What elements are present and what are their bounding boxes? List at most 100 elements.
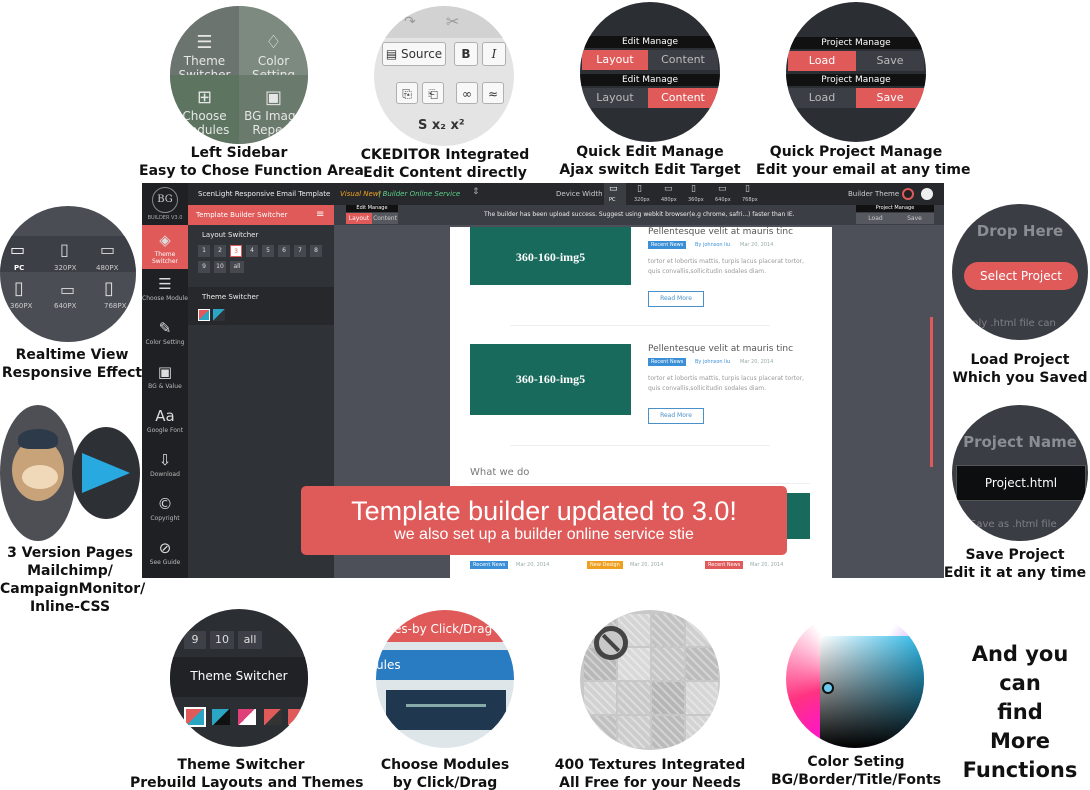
more-line: Functions [962,758,1078,782]
texture-tile[interactable] [686,682,718,714]
nav-bg-value[interactable]: ▣ BG & Value [142,357,188,401]
nav-choose-module[interactable]: ☰ Choose Module [142,269,188,313]
nav-copyright[interactable]: © Copyright [142,489,188,533]
theme-swatch[interactable] [264,709,282,725]
content-button[interactable]: Content [648,50,718,70]
saturation-panel[interactable] [820,636,924,748]
layout-number-button[interactable]: 5 [262,245,274,257]
layout-number-button[interactable]: 6 [278,245,290,257]
layout-number-button[interactable]: 9 [184,631,206,649]
theme-swatch[interactable] [212,709,230,725]
nav-color-setting[interactable]: ✎ Color Setting [142,313,188,357]
layout-number-button[interactable]: 10 [210,631,234,649]
layout-number-button[interactable]: 1 [198,245,210,257]
download-icon: ⇩ [158,451,172,469]
theme-swatch[interactable] [198,309,210,321]
theme-swatch[interactable] [238,709,256,725]
texture-tile[interactable] [584,682,616,714]
layout-number-button[interactable]: 2 [214,245,226,257]
layout-number-button[interactable]: all [230,261,244,273]
device-label[interactable]: 320px [634,197,650,203]
load-button[interactable]: Load [856,213,895,224]
layout-button[interactable]: Layout [582,88,648,108]
link-icon[interactable]: ∞ [456,82,478,104]
texture-tile[interactable] [618,682,650,714]
save-button[interactable]: Save [856,88,924,108]
layout-number-button[interactable]: 4 [246,245,258,257]
source-button[interactable]: ▤ Source [382,42,446,66]
builder-topbar: ScenLight Responsive Email Template Visu… [142,183,944,205]
theme-swatch[interactable] [288,709,306,725]
caption-line: Load Project [970,352,1070,368]
paste-icon[interactable]: ⎘ [396,82,418,104]
paste-word-icon[interactable]: ⎗ [422,82,444,104]
bg-image-tile: ▣ BG Image Repeat [239,75,308,144]
device-label[interactable]: 640px [715,197,731,203]
article-image[interactable]: 360-160-img5 [470,227,631,285]
texture-tile[interactable] [652,716,684,748]
layout-number-button[interactable]: 7 [294,245,306,257]
project-name-input[interactable]: Project.html [956,465,1086,501]
texture-tile[interactable] [618,716,650,748]
bold-button[interactable]: B [454,42,478,66]
online-service-link[interactable]: | Builder Online Service [378,190,460,198]
nav-see-guide[interactable]: ⊘ See Guide [142,533,188,577]
save-button[interactable]: Save [856,51,924,71]
image-icon: ▣ [264,87,282,108]
caption-line: by Click/Drag [392,775,498,790]
nav-theme-switcher[interactable]: ◈ Theme Switcher [142,225,188,269]
unlink-icon[interactable]: ≈ [482,82,504,104]
phone-landscape-icon: ▭ [100,240,116,259]
tablet-landscape-icon: ▭ [60,280,76,299]
texture-tile[interactable] [652,614,684,646]
more-functions-text: And you can find More Functions [950,640,1090,785]
color-picker-handle[interactable] [822,682,834,694]
italic-button[interactable]: I [482,42,506,66]
layout-number-button[interactable]: 8 [310,245,322,257]
texture-tile[interactable] [652,648,684,680]
read-more-button[interactable]: Read More [648,408,704,424]
visual-new-link[interactable]: Visual New! [340,190,381,198]
theme-light-swatch[interactable] [921,188,933,200]
texture-tile[interactable] [584,716,616,748]
content-button[interactable]: Content [648,88,718,108]
phone-icon: ▯ [691,184,696,194]
theme-dark-swatch[interactable] [902,188,914,200]
layout-all-button[interactable]: all [238,631,262,649]
sliders-icon: ☰ [196,32,213,53]
quick-edit-bubble: Edit Manage Layout Content Edit Manage L… [580,2,720,142]
save-project-bubble: Project Name Project.html Save as .html … [952,405,1088,541]
layout-number-button[interactable]: 3 [230,245,242,257]
save-button[interactable]: Save [895,213,934,224]
nav-download[interactable]: ⇩ Download [142,445,188,489]
layout-number-button[interactable]: 10 [214,261,226,273]
caption-line: Choose Modules [380,757,510,773]
device-label[interactable]: 480px [661,197,677,203]
load-button[interactable]: Load [788,51,856,71]
article-title[interactable]: Pellentesque velit at mauris tinc [648,344,793,354]
theme-swatch[interactable] [184,707,206,727]
theme-swatch[interactable] [213,309,225,321]
brush-icon: ✎ [158,319,172,337]
layout-number-button[interactable]: 9 [198,261,210,273]
load-button[interactable]: Load [788,88,856,108]
layout-button[interactable]: Layout [582,50,648,70]
realtime-view-bubble: ▭ ▯ ▭ PC 320PX 480PX ▯ ▭ ▯ 360PX 640PX 7… [0,206,136,342]
menu-icon[interactable]: ≡ [316,209,324,220]
texture-tile[interactable] [686,716,718,748]
content-toggle[interactable]: Content [372,213,398,224]
device-label[interactable]: 360px [688,197,704,203]
article-title[interactable]: Pellentesque velit at mauris tinc [648,227,793,237]
monitor-icon: ▭ [10,240,26,259]
texture-tile[interactable] [652,682,684,714]
device-label[interactable]: 768px [742,197,758,203]
layout-toggle[interactable]: Layout [346,213,372,224]
article-image[interactable]: 360-160-img5 [470,344,631,415]
module-preview[interactable] [386,690,506,730]
nav-google-font[interactable]: Aa Google Font [142,401,188,445]
texture-tile[interactable] [686,614,718,646]
read-more-button[interactable]: Read More [648,291,704,307]
scrollbar-thumb[interactable] [930,317,933,467]
texture-tile[interactable] [686,648,718,680]
select-project-button[interactable]: Select Project [964,262,1078,290]
